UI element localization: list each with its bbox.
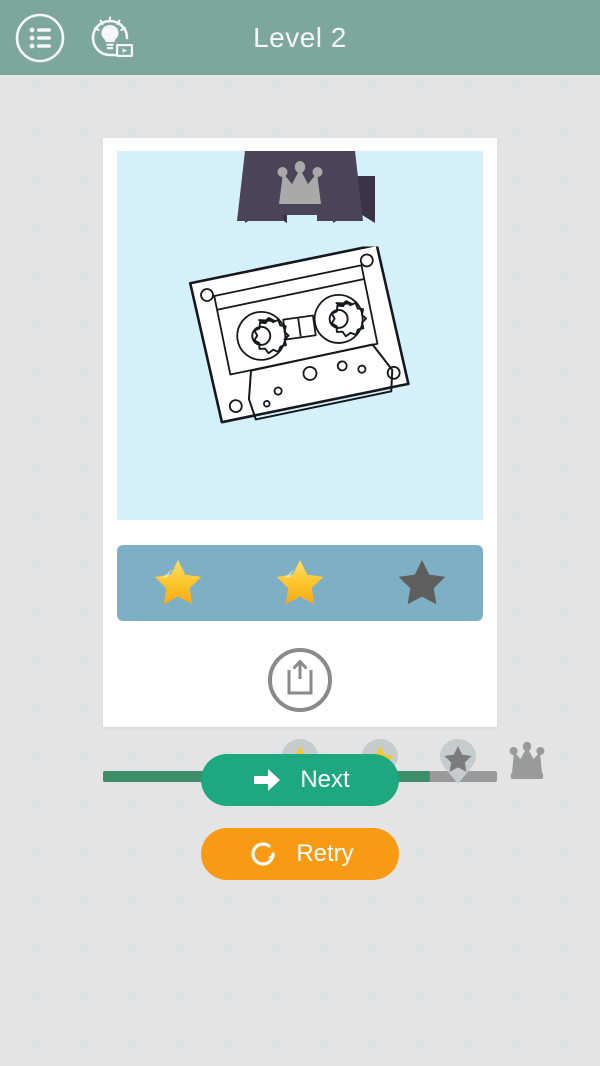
next-button[interactable]: Next: [201, 754, 399, 806]
crown-icon: [277, 161, 323, 204]
arrow-right-icon: [250, 763, 284, 797]
retry-button-label: Retry: [296, 840, 354, 867]
star-rating-bar: [117, 545, 483, 621]
share-button[interactable]: [265, 645, 335, 715]
star-icon: [398, 560, 446, 605]
star-icon: [154, 560, 202, 605]
share-upload-icon: [268, 648, 332, 712]
rating-star-2: [270, 553, 330, 613]
progress-star-marker-3: [440, 739, 476, 784]
progress-crown-reward: [509, 741, 545, 779]
rating-star-1: [148, 553, 208, 613]
refresh-icon: [246, 837, 280, 871]
puzzle-image-area: [117, 151, 483, 520]
cassette-tape-illustration: [188, 246, 410, 424]
hint-video-button[interactable]: [82, 10, 138, 66]
list-circle-icon: [15, 13, 65, 62]
app-header: Level 2: [0, 0, 600, 75]
retry-button[interactable]: Retry: [201, 828, 399, 880]
next-button-label: Next: [300, 766, 350, 793]
achievement-ribbon: [237, 151, 375, 223]
levels-list-button[interactable]: [12, 10, 68, 66]
rating-star-3: [392, 553, 452, 613]
share-row: [103, 634, 497, 726]
star-icon: [276, 560, 324, 605]
lightbulb-video-icon: [91, 16, 133, 57]
level-result-card: [103, 138, 497, 727]
